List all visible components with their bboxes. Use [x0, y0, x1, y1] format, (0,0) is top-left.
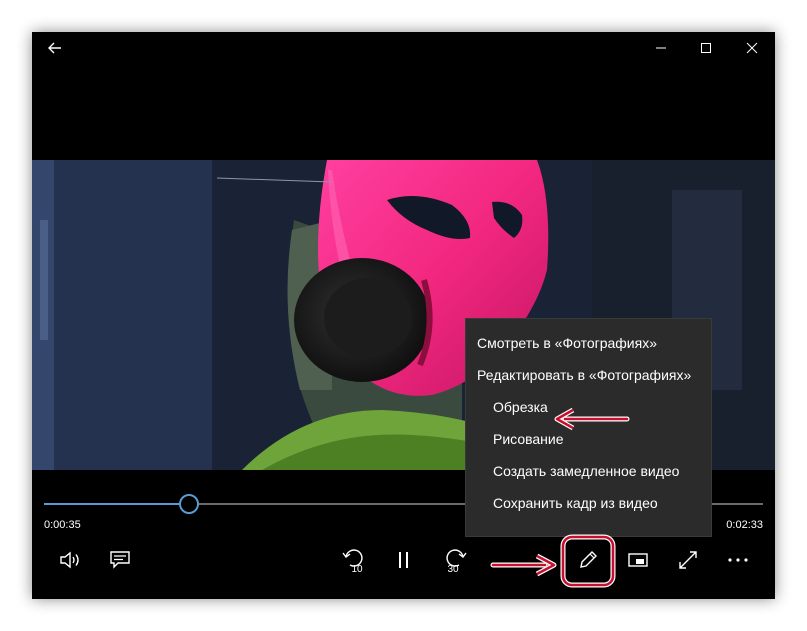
skip-forward-30-icon: 30	[446, 549, 467, 575]
menu-item-save-frame[interactable]: Сохранить кадр из видео	[466, 491, 711, 523]
back-button[interactable]	[32, 32, 78, 64]
close-button[interactable]	[729, 32, 775, 64]
minimize-button[interactable]	[638, 32, 684, 64]
arrow-left-icon	[48, 42, 61, 54]
maximize-button[interactable]	[683, 32, 729, 64]
skip-back-button[interactable]: 10	[337, 544, 373, 576]
edit-context-menu: Смотреть в «Фотографиях» Редактировать в…	[465, 318, 712, 537]
menu-item-slow-motion[interactable]: Создать замедленное видео	[466, 459, 711, 491]
minimize-icon	[656, 47, 666, 49]
more-options-button[interactable]	[720, 544, 756, 576]
mini-view-button[interactable]	[620, 544, 656, 576]
mini-view-icon	[628, 553, 648, 567]
subtitles-button[interactable]	[102, 544, 138, 576]
seek-progress	[44, 503, 188, 505]
volume-button[interactable]	[52, 544, 88, 576]
edit-button[interactable]	[568, 544, 608, 576]
menu-item-view-in-photos[interactable]: Смотреть в «Фотографиях»	[466, 331, 711, 363]
menu-item-edit-in-photos[interactable]: Редактировать в «Фотографиях»	[466, 363, 711, 395]
current-time: 0:00:35	[44, 519, 81, 531]
skip-forward-label: 30	[447, 564, 459, 575]
fullscreen-button[interactable]	[670, 544, 706, 576]
fullscreen-icon	[679, 551, 697, 569]
ellipsis-icon	[728, 558, 748, 562]
skip-back-10-icon: 10	[342, 549, 363, 575]
title-bar	[32, 32, 775, 64]
menu-item-draw[interactable]: Рисование	[466, 427, 711, 459]
pencil-icon	[580, 551, 597, 568]
pause-button[interactable]	[386, 544, 422, 576]
subtitles-icon	[110, 551, 130, 569]
total-time: 0:02:33	[726, 519, 763, 531]
close-icon	[746, 42, 758, 54]
seek-thumb[interactable]	[178, 494, 199, 514]
menu-item-trim[interactable]: Обрезка	[466, 395, 711, 427]
skip-back-label: 10	[351, 564, 363, 575]
maximize-icon	[701, 43, 711, 53]
skip-forward-button[interactable]: 30	[436, 544, 472, 576]
speaker-icon	[60, 551, 79, 569]
pause-icon	[399, 552, 408, 568]
